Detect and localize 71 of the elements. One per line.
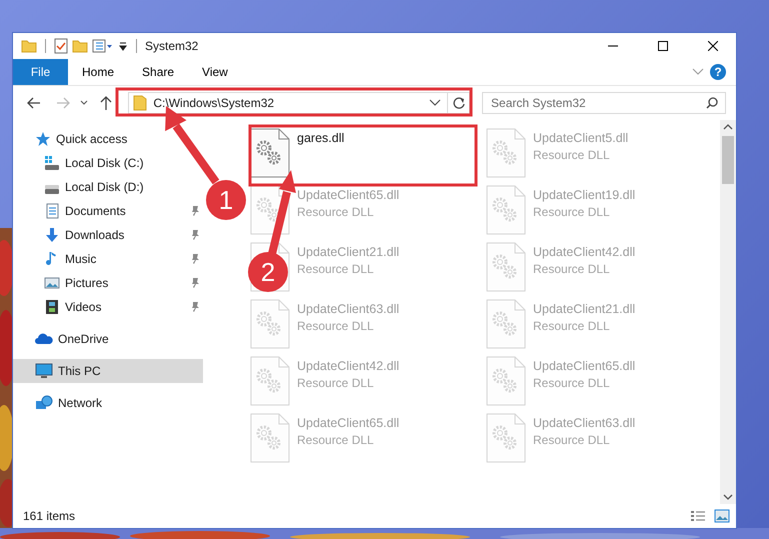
refresh-icon bbox=[452, 97, 465, 109]
cloud-icon bbox=[35, 331, 53, 347]
search-icon bbox=[706, 97, 718, 109]
file-icon bbox=[250, 128, 290, 178]
checklist-icon[interactable] bbox=[54, 38, 68, 54]
document-icon bbox=[44, 203, 60, 219]
file-icon bbox=[486, 128, 526, 178]
download-icon bbox=[44, 227, 60, 243]
sidebar-item[interactable]: Local Disk (D:) bbox=[13, 175, 150, 199]
maximize-icon bbox=[658, 41, 668, 51]
window-title: System32 bbox=[145, 39, 198, 53]
sidebar-item[interactable]: OneDrive bbox=[13, 327, 115, 351]
file-type: Resource DLL bbox=[533, 205, 611, 219]
scrollbar[interactable] bbox=[720, 120, 736, 504]
file-name[interactable]: gares.dll bbox=[297, 131, 344, 145]
file-type: Resource DLL bbox=[533, 319, 611, 333]
caret-icon[interactable] bbox=[118, 41, 128, 51]
star-icon bbox=[35, 131, 51, 147]
scroll-thumb[interactable] bbox=[722, 136, 734, 184]
sidebar-item[interactable]: Local Disk (C:) bbox=[13, 151, 150, 175]
search-field[interactable]: Search System32 bbox=[482, 92, 726, 114]
large-icons-view-icon[interactable] bbox=[714, 509, 730, 523]
pictures-icon bbox=[44, 275, 60, 291]
back-icon[interactable] bbox=[26, 97, 41, 109]
file-type: Resource DLL bbox=[297, 262, 375, 276]
up-icon[interactable] bbox=[100, 96, 112, 110]
file-icon bbox=[486, 185, 526, 235]
dropdown-icon[interactable] bbox=[429, 99, 442, 107]
file-icon bbox=[250, 356, 290, 406]
file-type: Resource DLL bbox=[533, 433, 611, 447]
sidebar-item[interactable]: Pictures bbox=[13, 271, 203, 295]
number-badge: 2 bbox=[248, 252, 288, 292]
file-icon bbox=[250, 185, 290, 235]
sidebar-item[interactable]: This PC bbox=[13, 359, 203, 383]
file-icon bbox=[250, 413, 290, 463]
sidebar-item[interactable]: Network bbox=[13, 391, 108, 415]
item-count: 161 items bbox=[23, 509, 76, 523]
close-icon bbox=[708, 41, 718, 51]
details-view-icon[interactable] bbox=[690, 509, 706, 523]
folder-icon bbox=[133, 95, 148, 111]
file-type: Resource DLL bbox=[297, 376, 375, 390]
file-type: Resource DLL bbox=[297, 319, 375, 333]
ribbon-tab[interactable]: View bbox=[188, 59, 242, 85]
properties-icon[interactable] bbox=[92, 39, 114, 53]
file-icon bbox=[486, 299, 526, 349]
ribbon-tab[interactable]: Share bbox=[128, 59, 188, 85]
file-type: Resource DLL bbox=[533, 262, 611, 276]
file-icon bbox=[486, 356, 526, 406]
sidebar-item[interactable]: Music bbox=[13, 247, 203, 271]
dropdown-icon[interactable] bbox=[80, 100, 88, 106]
sidebar-item[interactable]: Videos bbox=[13, 295, 203, 319]
help-button[interactable]: ? bbox=[710, 64, 726, 80]
file-tab[interactable]: File bbox=[13, 59, 68, 85]
chevron-icon[interactable] bbox=[692, 68, 704, 76]
address-field[interactable]: C:\Windows\System32 bbox=[128, 92, 470, 114]
sidebar-item[interactable]: Quick access bbox=[13, 127, 134, 151]
file-type: Resource DLL bbox=[533, 148, 611, 162]
file-type: Resource DLL bbox=[533, 376, 611, 390]
file-type: Resource DLL bbox=[297, 205, 375, 219]
film-icon bbox=[44, 299, 60, 315]
file-icon bbox=[250, 299, 290, 349]
sidebar-item[interactable]: Downloads bbox=[13, 223, 203, 247]
sidebar-item[interactable]: Documents bbox=[13, 199, 203, 223]
ribbon-tab[interactable]: Home bbox=[68, 59, 128, 85]
file-type: Resource DLL bbox=[297, 433, 375, 447]
file-icon bbox=[486, 413, 526, 463]
number-badge: 1 bbox=[206, 180, 246, 220]
computer-icon bbox=[35, 363, 53, 379]
network-icon bbox=[35, 395, 53, 411]
drive-icon bbox=[44, 155, 60, 171]
file-icon bbox=[486, 242, 526, 292]
